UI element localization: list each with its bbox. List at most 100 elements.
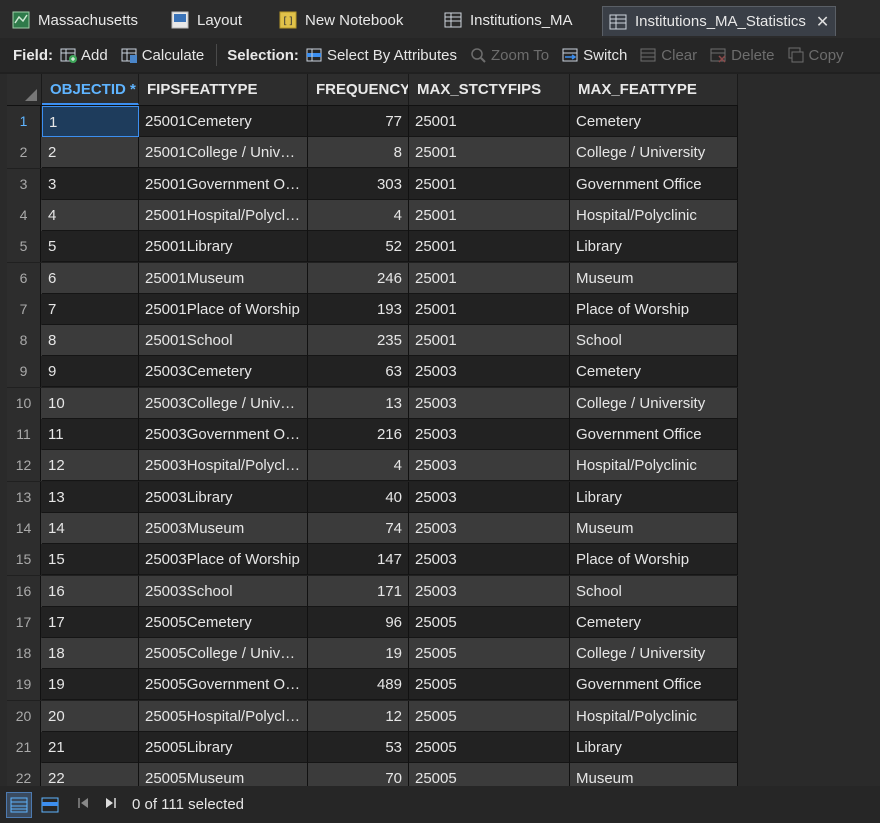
cell-frequency[interactable]: 4 xyxy=(308,199,409,231)
cell-fipsfeattype[interactable]: 25003College / University xyxy=(139,387,308,419)
cell-max-feattype[interactable]: Museum xyxy=(570,763,738,786)
cell-max-stctyfips[interactable]: 25001 xyxy=(409,199,570,231)
cell-fipsfeattype[interactable]: 25001Hospital/Polyclinic xyxy=(139,199,308,231)
cell-max-stctyfips[interactable]: 25003 xyxy=(409,481,570,513)
cell-objectid[interactable]: 2 xyxy=(42,137,139,169)
cell-max-stctyfips[interactable]: 25005 xyxy=(409,763,570,786)
table-row[interactable]: 20 20 25005Hospital/Polyclinic 12 25005 Hospi… xyxy=(7,700,738,732)
table-row[interactable]: 9 9 25003Cemetery 63 25003 Cemetery xyxy=(7,356,738,388)
cell-fipsfeattype[interactable]: 25005Library xyxy=(139,732,308,763)
cell-max-feattype[interactable]: Cemetery xyxy=(570,356,738,388)
cell-objectid[interactable]: 21 xyxy=(42,732,139,763)
cell-objectid[interactable]: 13 xyxy=(42,481,139,513)
cell-max-feattype[interactable]: School xyxy=(570,575,738,607)
cell-fipsfeattype[interactable]: 25005Hospital/Polyclinic xyxy=(139,700,308,732)
cell-max-feattype[interactable]: Place of Worship xyxy=(570,293,738,325)
cell-frequency[interactable]: 77 xyxy=(308,106,409,137)
clear-selection-button[interactable]: Clear xyxy=(639,46,697,64)
cell-objectid[interactable]: 16 xyxy=(42,575,139,607)
cell-frequency[interactable]: 53 xyxy=(308,732,409,763)
table-row[interactable]: 13 13 25003Library 40 25003 Library xyxy=(7,481,738,513)
cell-max-stctyfips[interactable]: 25001 xyxy=(409,262,570,294)
cell-objectid[interactable]: 9 xyxy=(42,356,139,388)
row-number[interactable]: 12 xyxy=(7,450,41,482)
cell-max-feattype[interactable]: College / University xyxy=(570,638,738,670)
table-row[interactable]: 22 22 25005Museum 70 25005 Museum xyxy=(7,763,738,786)
first-record-icon[interactable] xyxy=(76,796,90,813)
cell-frequency[interactable]: 303 xyxy=(308,168,409,200)
table-row[interactable]: 6 6 25001Museum 246 25001 Museum xyxy=(7,262,738,294)
cell-objectid[interactable]: 4 xyxy=(42,199,139,231)
cell-fipsfeattype[interactable]: 25001Museum xyxy=(139,262,308,294)
cell-fipsfeattype[interactable]: 25003Hospital/Polyclinic xyxy=(139,450,308,482)
table-row[interactable]: 10 10 25003College / University 13 25003 Coll… xyxy=(7,387,738,419)
last-record-icon[interactable] xyxy=(104,796,118,813)
column-header-fipsfeattype[interactable]: FIPSFEATTYPE xyxy=(139,74,308,105)
row-number[interactable]: 11 xyxy=(7,419,41,450)
cell-objectid[interactable]: 5 xyxy=(42,231,139,263)
cell-max-stctyfips[interactable]: 25005 xyxy=(409,700,570,732)
cell-max-stctyfips[interactable]: 25001 xyxy=(409,293,570,325)
cell-max-feattype[interactable]: Government Office xyxy=(570,669,738,701)
cell-fipsfeattype[interactable]: 25005Cemetery xyxy=(139,606,308,638)
row-number[interactable]: 22 xyxy=(7,763,41,786)
cell-objectid[interactable]: 15 xyxy=(42,544,139,576)
cell-fipsfeattype[interactable]: 25005College / University xyxy=(139,638,308,670)
zoom-to-button[interactable]: Zoom To xyxy=(469,46,549,64)
cell-max-feattype[interactable]: Hospital/Polyclinic xyxy=(570,700,738,732)
cell-max-stctyfips[interactable]: 25003 xyxy=(409,387,570,419)
table-row[interactable]: 16 16 25003School 171 25003 School xyxy=(7,575,738,607)
cell-max-feattype[interactable]: Museum xyxy=(570,262,738,294)
tab-institutions-ma[interactable]: Institutions_MA xyxy=(444,6,573,34)
row-number[interactable]: 17 xyxy=(7,606,41,638)
table-row[interactable]: 8 8 25001School 235 25001 School xyxy=(7,325,738,357)
cell-max-stctyfips[interactable]: 25001 xyxy=(409,231,570,263)
cell-objectid[interactable]: 14 xyxy=(42,512,139,544)
cell-frequency[interactable]: 8 xyxy=(308,137,409,169)
cell-max-stctyfips[interactable]: 25003 xyxy=(409,575,570,607)
table-row[interactable]: 18 18 25005College / University 19 25005 Coll… xyxy=(7,638,738,670)
select-by-attributes-button[interactable]: Select By Attributes xyxy=(305,46,457,64)
cell-max-stctyfips[interactable]: 25001 xyxy=(409,106,570,137)
add-field-button[interactable]: Add xyxy=(59,46,108,64)
cell-frequency[interactable]: 171 xyxy=(308,575,409,607)
select-all-corner[interactable] xyxy=(7,74,42,105)
row-number[interactable]: 6 xyxy=(7,262,41,294)
cell-max-feattype[interactable]: Library xyxy=(570,231,738,263)
row-number[interactable]: 21 xyxy=(7,732,41,763)
show-all-records-button[interactable] xyxy=(6,791,32,818)
cell-max-feattype[interactable]: Cemetery xyxy=(570,606,738,638)
cell-fipsfeattype[interactable]: 25001Place of Worship xyxy=(139,293,308,325)
cell-max-stctyfips[interactable]: 25003 xyxy=(409,544,570,576)
table-row[interactable]: 21 21 25005Library 53 25005 Library xyxy=(7,732,738,763)
cell-objectid[interactable]: 18 xyxy=(42,638,139,670)
switch-selection-button[interactable]: Switch xyxy=(561,46,627,64)
row-number[interactable]: 10 xyxy=(7,387,41,419)
cell-max-stctyfips[interactable]: 25001 xyxy=(409,168,570,200)
row-number[interactable]: 1 xyxy=(7,106,41,137)
cell-max-feattype[interactable]: Hospital/Polyclinic xyxy=(570,450,738,482)
cell-max-feattype[interactable]: College / University xyxy=(570,387,738,419)
cell-max-stctyfips[interactable]: 25001 xyxy=(409,137,570,169)
table-row[interactable]: 12 12 25003Hospital/Polyclinic 4 25003 Hospit… xyxy=(7,450,738,482)
cell-max-feattype[interactable]: School xyxy=(570,325,738,357)
table-row[interactable]: 11 11 25003Government Office 216 25003 Govern… xyxy=(7,419,738,450)
cell-fipsfeattype[interactable]: 25003School xyxy=(139,575,308,607)
tab-new-notebook[interactable]: [] New Notebook xyxy=(279,6,403,34)
cell-max-feattype[interactable]: Library xyxy=(570,481,738,513)
cell-max-feattype[interactable]: Hospital/Polyclinic xyxy=(570,199,738,231)
calculate-field-button[interactable]: Calculate xyxy=(120,46,204,64)
row-number[interactable]: 4 xyxy=(7,199,41,231)
cell-objectid[interactable]: 20 xyxy=(42,700,139,732)
row-number[interactable]: 9 xyxy=(7,356,41,388)
cell-frequency[interactable]: 489 xyxy=(308,669,409,701)
cell-fipsfeattype[interactable]: 25003Place of Worship xyxy=(139,544,308,576)
tab-institutions-ma-statistics[interactable]: Institutions_MA_Statistics ✕ xyxy=(602,6,837,36)
cell-objectid[interactable]: 22 xyxy=(42,763,139,786)
table-row[interactable]: 5 5 25001Library 52 25001 Library xyxy=(7,231,738,263)
cell-objectid[interactable]: 7 xyxy=(42,293,139,325)
cell-objectid[interactable]: 12 xyxy=(42,450,139,482)
table-row[interactable]: 3 3 25001Government Office 303 25001 Governme… xyxy=(7,168,738,200)
cell-objectid[interactable]: 10 xyxy=(42,387,139,419)
cell-frequency[interactable]: 96 xyxy=(308,606,409,638)
